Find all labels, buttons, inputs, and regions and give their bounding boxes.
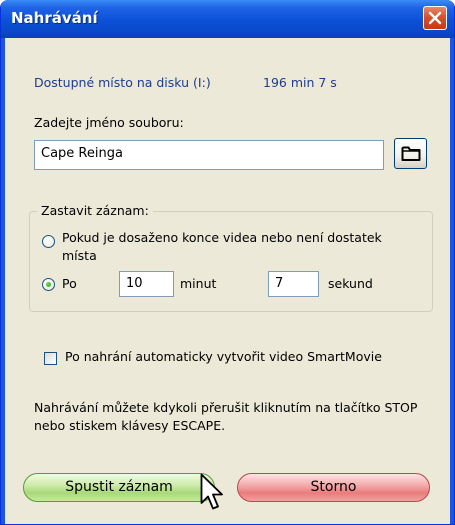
filename-input[interactable]: Cape Reinga — [34, 140, 384, 170]
browse-folder-button[interactable] — [394, 138, 427, 169]
radio-stop-at-end[interactable] — [42, 235, 55, 248]
close-button[interactable] — [423, 6, 447, 30]
minutes-label: minut — [180, 276, 217, 291]
disk-space-value: 196 min 7 s — [263, 75, 337, 90]
seconds-label: sekund — [328, 276, 373, 291]
info-text: Nahrávání můžete kdykoli přerušit kliknu… — [34, 400, 418, 433]
close-icon — [428, 11, 442, 25]
disk-space-label: Dostupné místo na disku (I:) — [34, 75, 211, 90]
cancel-button[interactable]: Storno — [237, 473, 430, 502]
radio-stop-after-time[interactable] — [42, 278, 55, 291]
radio-stop-after-time-label[interactable]: Po — [62, 276, 77, 291]
minutes-input[interactable]: 10 — [119, 271, 174, 297]
stop-recording-group-label: Zastavit záznam: — [37, 203, 153, 218]
title-bar[interactable]: Nahrávání — [1, 0, 454, 38]
filename-label: Zadejte jméno souboru: — [34, 115, 184, 130]
mouse-cursor-icon — [200, 473, 223, 510]
radio-selected-dot — [46, 282, 51, 287]
radio-stop-at-end-label[interactable]: Pokud je dosaženo konce videa nebo není … — [62, 229, 392, 265]
smartmovie-checkbox-label[interactable]: Po nahrání automaticky vytvořit video Sm… — [65, 349, 382, 364]
smartmovie-checkbox[interactable] — [44, 352, 57, 365]
seconds-input[interactable]: 7 — [268, 271, 319, 297]
start-recording-button[interactable]: Spustit záznam — [23, 473, 215, 502]
folder-icon — [401, 146, 421, 161]
window-title: Nahrávání — [11, 9, 98, 27]
